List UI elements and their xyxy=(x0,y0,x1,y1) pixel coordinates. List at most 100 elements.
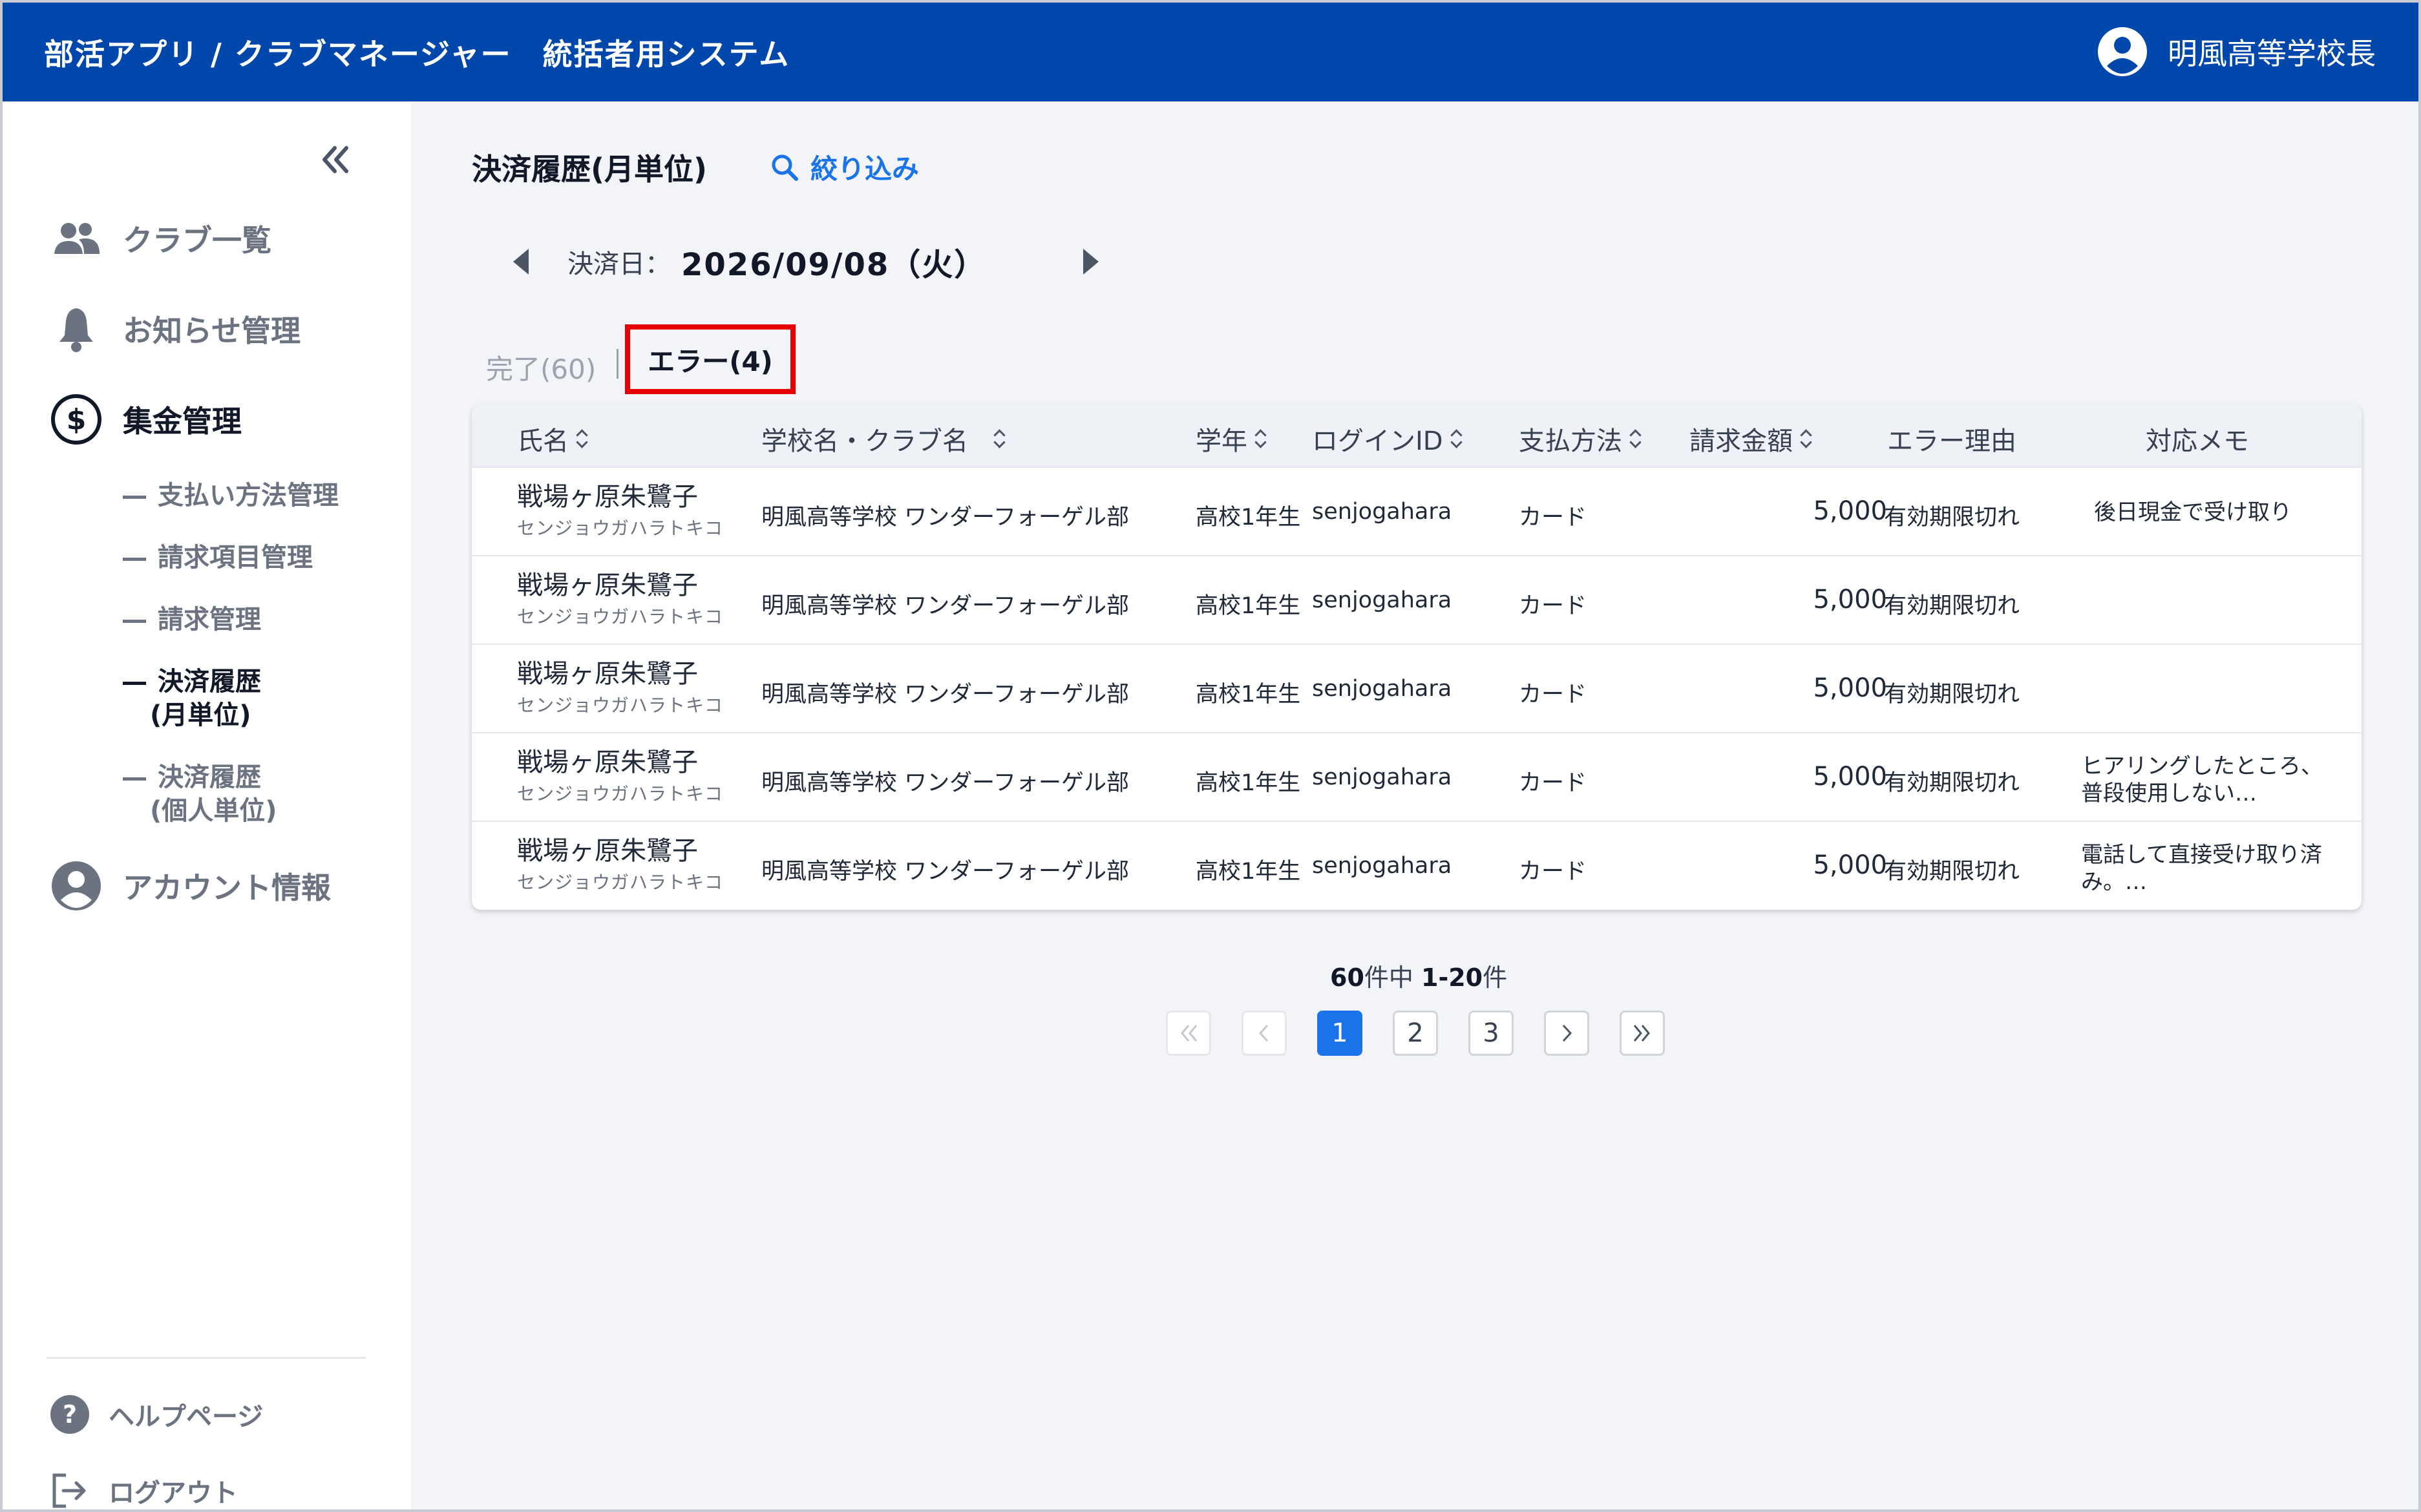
page-title: 決済履歴(月単位) xyxy=(472,152,708,187)
login-id: senjogahara xyxy=(1312,853,1452,879)
column-header-login-id[interactable]: ログインID xyxy=(1312,420,1463,457)
sidebar-item-clubs[interactable]: クラブ一覧 xyxy=(49,211,271,266)
help-icon: ? xyxy=(50,1395,89,1434)
error-reason: 有効期限切れ xyxy=(1884,770,2020,796)
student-name: 戦場ヶ原朱鷺子 xyxy=(517,571,698,600)
column-header-memo: 対応メモ xyxy=(2146,420,2249,457)
column-label: 対応メモ xyxy=(2146,426,2249,456)
memo[interactable]: 後日現金で受け取り xyxy=(2094,499,2346,526)
student-kana: センジョウガハラトキコ xyxy=(517,872,724,893)
app-window: 部活アプリ / クラブマネージャー 統括者用システム 明風高等学校長 クラブ一覧… xyxy=(0,0,2421,1512)
range-suffix: 件 xyxy=(1483,963,1508,992)
payment-history-table: 氏名 学校名・クラブ名 学年 ログインID 支払方法 請求金額 エラー理由 対応… xyxy=(472,404,2362,910)
memo[interactable]: 電話して直接受け取り済み。… xyxy=(2081,841,2333,896)
error-reason: 有効期限切れ xyxy=(1884,593,2020,619)
column-label: 請求金額 xyxy=(1689,426,1793,456)
sidebar-item-label: アカウント情報 xyxy=(123,870,331,905)
help-label: ヘルプページ xyxy=(109,1402,264,1432)
logout-link[interactable]: ログアウト xyxy=(49,1470,238,1509)
page-button-2[interactable]: 2 xyxy=(1393,1011,1438,1056)
page-range: 1-20 xyxy=(1421,963,1483,992)
table-row[interactable]: 戦場ヶ原朱鷺子 センジョウガハラトキコ 明風高等学校 ワンダーフォーゲル部 高校… xyxy=(472,821,2362,910)
table-row[interactable]: 戦場ヶ原朱鷺子 センジョウガハラトキコ 明風高等学校 ワンダーフォーゲル部 高校… xyxy=(472,644,2362,733)
grade: 高校1年生 xyxy=(1196,770,1301,796)
table-row[interactable]: 戦場ヶ原朱鷺子 センジョウガハラトキコ 明風高等学校 ワンダーフォーゲル部 高校… xyxy=(472,467,2362,556)
sidebar-subitem-billing-items[interactable]: 請求項目管理 xyxy=(123,541,313,574)
dash-icon xyxy=(123,495,146,499)
tab-completed[interactable]: 完了(60) xyxy=(486,348,596,387)
sidebar: クラブ一覧 お知らせ管理 $ 集金管理 支払い方法管理 請求項目管理 請求管理 … xyxy=(3,101,411,1509)
amount: 5,000 xyxy=(1813,496,1887,526)
student-name: 戦場ヶ原朱鷺子 xyxy=(517,836,698,866)
dash-icon xyxy=(123,777,146,781)
sidebar-subitem-history-individual[interactable]: 決済履歴 (個人単位) xyxy=(123,761,277,828)
total-suffix: 件中 xyxy=(1364,963,1413,992)
error-reason: 有効期限切れ xyxy=(1884,505,2020,530)
column-header-grade[interactable]: 学年 xyxy=(1196,420,1267,457)
student-kana: センジョウガハラトキコ xyxy=(517,518,724,539)
page-button-3[interactable]: 3 xyxy=(1468,1011,1514,1056)
column-label: エラー理由 xyxy=(1887,426,2016,456)
subitem-label: 請求項目管理 xyxy=(158,543,313,572)
top-bar: 部活アプリ / クラブマネージャー 統括者用システム 明風高等学校長 xyxy=(3,3,2418,101)
column-label: 学年 xyxy=(1196,426,1247,456)
subitem-label-line2: (個人単位) xyxy=(150,796,277,826)
student-name: 戦場ヶ原朱鷺子 xyxy=(517,659,698,689)
table-row[interactable]: 戦場ヶ原朱鷺子 センジョウガハラトキコ 明風高等学校 ワンダーフォーゲル部 高校… xyxy=(472,555,2362,645)
sort-icon xyxy=(994,427,1006,450)
subitem-label: 決済履歴 xyxy=(158,667,261,697)
user-menu[interactable]: 明風高等学校長 xyxy=(2097,26,2376,78)
prev-page-button[interactable] xyxy=(1242,1011,1287,1056)
filter-button[interactable]: 絞り込み xyxy=(769,147,919,187)
column-header-amount[interactable]: 請求金額 xyxy=(1689,420,1812,457)
collapse-sidebar-icon[interactable] xyxy=(315,140,354,179)
date-navigator: 決済日： 2026/09/08（火） xyxy=(513,239,1099,284)
amount: 5,000 xyxy=(1813,762,1887,792)
sidebar-item-label: クラブ一覧 xyxy=(123,223,271,258)
search-icon xyxy=(772,154,798,181)
memo[interactable]: ヒアリングしたところ、普段使用しない… xyxy=(2081,753,2333,807)
sidebar-item-label: 集金管理 xyxy=(123,404,242,439)
tab-error[interactable]: エラー(4) xyxy=(625,324,796,394)
grade: 高校1年生 xyxy=(1196,593,1301,619)
double-chevron-right-icon xyxy=(1633,1025,1650,1042)
logout-icon xyxy=(52,1473,86,1508)
payment-method: カード xyxy=(1519,682,1587,708)
login-id: senjogahara xyxy=(1312,676,1452,702)
sidebar-item-notices[interactable]: お知らせ管理 xyxy=(49,302,301,356)
prev-date-icon[interactable] xyxy=(513,249,529,275)
table-row[interactable]: 戦場ヶ原朱鷺子 センジョウガハラトキコ 明風高等学校 ワンダーフォーゲル部 高校… xyxy=(472,732,2362,822)
help-link[interactable]: ? ヘルプページ xyxy=(49,1394,263,1435)
sidebar-subitem-payment-methods[interactable]: 支払い方法管理 xyxy=(123,479,339,512)
last-page-button[interactable] xyxy=(1620,1011,1665,1056)
bell-icon xyxy=(49,302,103,356)
sidebar-item-account[interactable]: アカウント情報 xyxy=(49,859,331,913)
grade: 高校1年生 xyxy=(1196,505,1301,530)
double-chevron-left-icon xyxy=(1181,1025,1198,1042)
group-icon xyxy=(49,211,103,266)
sidebar-subitem-history-monthly[interactable]: 決済履歴 (月単位) xyxy=(123,665,261,732)
pagination: 1 2 3 xyxy=(1166,1011,1665,1056)
svg-text:?: ? xyxy=(63,1400,77,1429)
sidebar-item-label: お知らせ管理 xyxy=(123,313,301,348)
next-date-icon[interactable] xyxy=(1083,249,1099,275)
sidebar-divider xyxy=(47,1357,366,1359)
column-header-method[interactable]: 支払方法 xyxy=(1519,420,1642,457)
table-header: 氏名 学校名・クラブ名 学年 ログインID 支払方法 請求金額 エラー理由 対応… xyxy=(472,404,2362,467)
next-page-button[interactable] xyxy=(1544,1011,1589,1056)
date-value: 2026/09/08（火） xyxy=(681,247,987,283)
column-header-school[interactable]: 学校名・クラブ名 xyxy=(761,420,1006,457)
column-header-name[interactable]: 氏名 xyxy=(517,420,588,457)
chevron-left-icon xyxy=(1258,1024,1269,1042)
sort-icon xyxy=(1451,427,1463,450)
grade: 高校1年生 xyxy=(1196,682,1301,708)
tab-divider xyxy=(617,349,618,379)
first-page-button[interactable] xyxy=(1166,1011,1211,1056)
page-button-1[interactable]: 1 xyxy=(1317,1011,1362,1056)
school-club: 明風高等学校 ワンダーフォーゲル部 xyxy=(761,505,1130,530)
sidebar-subitem-billing[interactable]: 請求管理 xyxy=(123,603,261,636)
sidebar-item-collection[interactable]: $ 集金管理 xyxy=(49,392,242,446)
sort-icon xyxy=(1801,427,1812,450)
grade: 高校1年生 xyxy=(1196,859,1301,885)
login-id: senjogahara xyxy=(1312,499,1452,525)
